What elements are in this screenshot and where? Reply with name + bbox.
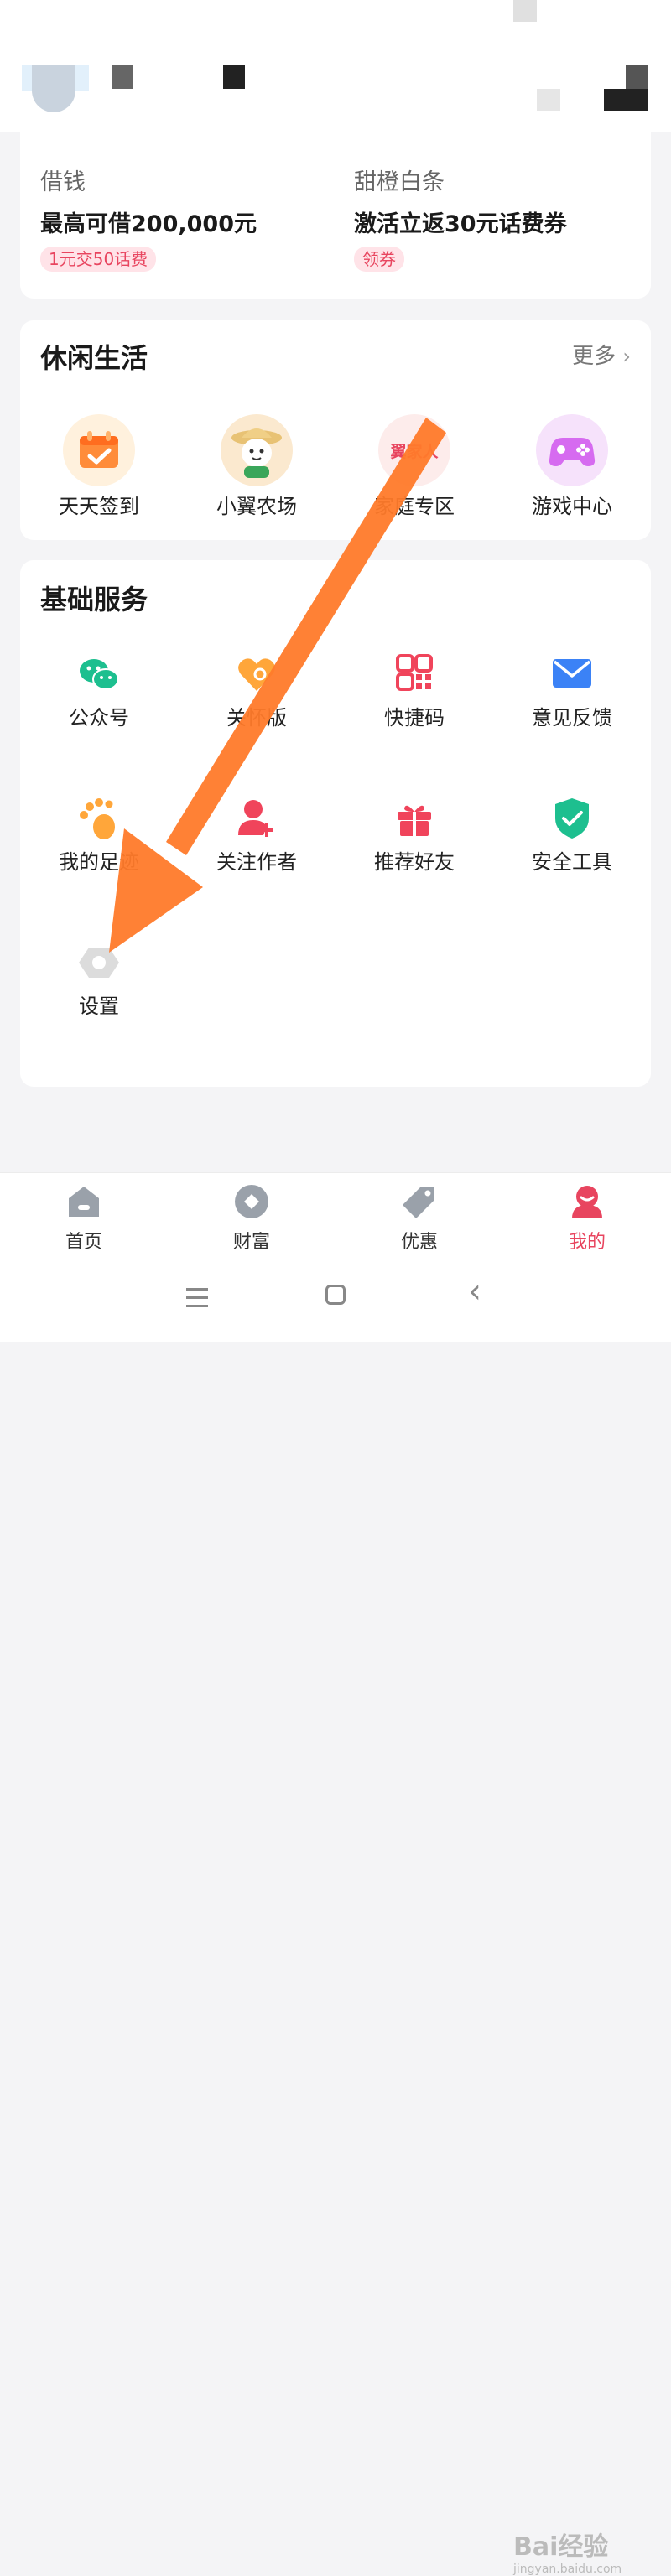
tab-label: 优惠 <box>400 1232 438 1253</box>
leisure-item-label: 家庭专区 <box>374 495 455 518</box>
family-badge-text: 翼家人 <box>390 443 439 461</box>
family-zone-icon: 翼家人 <box>378 414 450 486</box>
watermark-url: jingyan.baidu.com <box>513 2563 622 2576</box>
service-label: 公众号 <box>69 706 129 730</box>
service-footprint[interactable]: 我的足迹 <box>20 795 178 875</box>
service-label: 关怀版 <box>226 706 287 730</box>
footprint-icon <box>75 795 122 842</box>
follow-user-icon <box>233 795 280 842</box>
service-label: 推荐好友 <box>374 850 455 874</box>
gift-icon <box>391 795 438 842</box>
tab-label: 我的 <box>568 1232 606 1253</box>
redacted-block <box>604 89 648 111</box>
calendar-check-icon <box>63 414 135 486</box>
redacted-block <box>626 65 648 89</box>
gamepad-icon <box>536 414 608 486</box>
service-label: 安全工具 <box>532 850 612 874</box>
tab-label: 财富 <box>232 1232 270 1253</box>
chevron-right-icon: › <box>622 345 631 368</box>
leisure-item-label: 天天签到 <box>59 495 139 518</box>
mail-icon <box>549 651 596 698</box>
service-label: 快捷码 <box>384 706 445 730</box>
loan-title: 甜橙白条 <box>354 169 445 195</box>
more-link[interactable]: 更多 › <box>572 339 631 370</box>
service-recommend[interactable]: 推荐好友 <box>336 795 493 875</box>
avatar[interactable] <box>32 65 75 112</box>
tab-wealth[interactable]: 财富 <box>201 1183 302 1254</box>
profile-header <box>0 0 671 132</box>
leisure-card: 休闲生活 更多 › 天天签到 小翼农场 翼家人 家庭专区 游戏中心 <box>20 320 651 540</box>
profile-icon <box>572 1186 602 1218</box>
qr-code-icon <box>391 651 438 698</box>
redacted-block <box>537 89 560 111</box>
service-settings[interactable]: 设置 <box>20 939 178 1020</box>
home-square-icon[interactable] <box>325 1285 346 1305</box>
tag-icon <box>403 1187 434 1218</box>
loan-card: 借钱 最高可借200,000元 1元交50话费 甜橙白条 激活立返30元话费券 … <box>20 132 651 299</box>
tab-label: 首页 <box>65 1232 102 1253</box>
loan-headline: 最高可借200,000元 <box>40 211 257 237</box>
loan-borrow-entry[interactable]: 借钱 最高可借200,000元 1元交50话费 <box>40 168 257 272</box>
shield-check-icon <box>549 795 596 842</box>
service-security[interactable]: 安全工具 <box>493 795 651 875</box>
watermark-brand: Bai经验 <box>513 2532 609 2562</box>
leisure-item-checkin[interactable]: 天天签到 <box>20 414 178 520</box>
leisure-item-label: 小翼农场 <box>216 495 297 518</box>
service-label: 意见反馈 <box>532 706 612 730</box>
system-nav-bar: ‹ Bai经验 jingyan.baidu.com <box>0 1259 671 2576</box>
service-quick-code[interactable]: 快捷码 <box>336 651 493 731</box>
service-follow[interactable]: 关注作者 <box>178 795 336 875</box>
leisure-item-family[interactable]: 翼家人 家庭专区 <box>336 414 493 520</box>
tab-offers[interactable]: 优惠 <box>369 1183 470 1254</box>
watermark: Bai经验 jingyan.baidu.com <box>513 2526 622 2576</box>
service-care[interactable]: 关怀版 <box>178 651 336 731</box>
promo-tag: 1元交50话费 <box>40 247 157 272</box>
service-wechat[interactable]: 公众号 <box>20 651 178 731</box>
tab-mine[interactable]: 我的 <box>537 1183 637 1254</box>
redacted-block <box>223 65 245 89</box>
loan-title: 借钱 <box>40 169 86 195</box>
promo-tag: 领券 <box>354 247 404 272</box>
section-title: 基础服务 <box>40 584 148 615</box>
leisure-item-label: 游戏中心 <box>532 495 612 518</box>
loan-headline: 激活立返30元话费券 <box>354 211 567 237</box>
service-label: 我的足迹 <box>59 850 139 874</box>
service-label: 关注作者 <box>216 850 297 874</box>
loan-baitiao-entry[interactable]: 甜橙白条 激活立返30元话费券 领券 <box>354 168 567 272</box>
basic-services-card: 基础服务 公众号 关怀版 快捷码 意见反馈 我的足迹 关注作者 推荐好友 安全工… <box>20 560 651 1087</box>
menu-icon[interactable] <box>186 1288 208 1307</box>
redacted-block <box>112 65 133 89</box>
heart-icon <box>233 651 280 698</box>
service-feedback[interactable]: 意见反馈 <box>493 651 651 731</box>
wealth-icon <box>235 1185 268 1218</box>
tab-home[interactable]: 首页 <box>34 1183 134 1254</box>
home-icon <box>69 1187 99 1217</box>
leisure-item-games[interactable]: 游戏中心 <box>493 414 651 520</box>
back-icon[interactable]: ‹ <box>468 1275 481 1308</box>
wechat-icon <box>75 651 122 698</box>
section-title: 休闲生活 <box>40 342 148 374</box>
service-label: 设置 <box>79 995 119 1018</box>
redacted-block <box>513 0 537 22</box>
settings-icon <box>75 939 122 986</box>
leisure-item-farm[interactable]: 小翼农场 <box>178 414 336 520</box>
farm-mascot-icon <box>221 414 293 486</box>
bottom-tab-bar: 首页 财富 优惠 我的 <box>0 1172 671 1259</box>
more-label: 更多 <box>572 344 616 369</box>
